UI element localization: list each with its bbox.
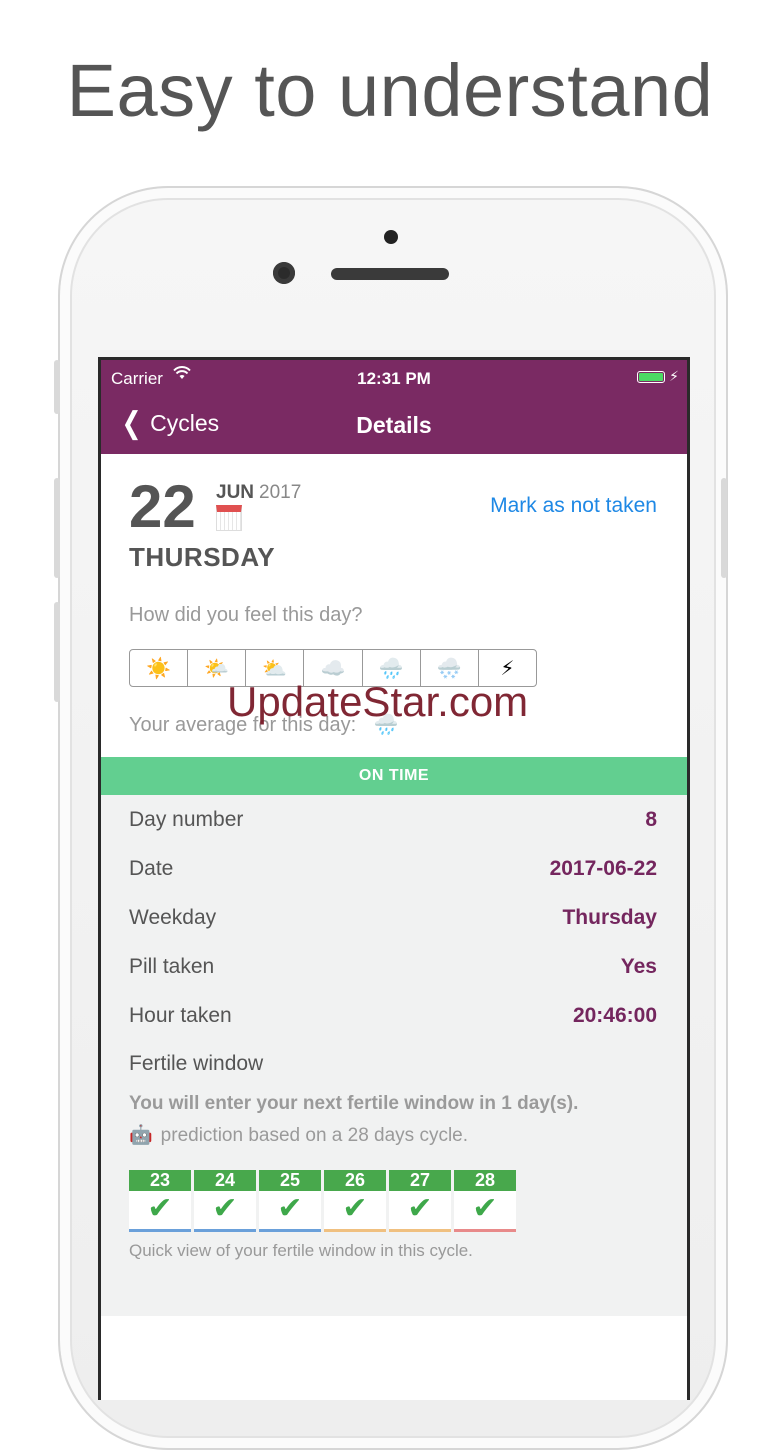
year-label: 2017 bbox=[259, 482, 302, 503]
mute-switch bbox=[54, 360, 60, 414]
chevron-left-icon: ❮ bbox=[121, 406, 142, 440]
check-icon: ✔ bbox=[472, 1192, 498, 1225]
detail-value: 2017-06-22 bbox=[549, 857, 657, 880]
prediction-text: prediction based on a 28 days cycle. bbox=[160, 1125, 469, 1146]
charging-icon: ⚡ bbox=[669, 368, 679, 384]
status-bar: Carrier 12:31 PM ⚡ bbox=[101, 360, 687, 396]
fertile-day: 26 ✔ bbox=[324, 1170, 386, 1232]
volume-down-button bbox=[54, 602, 60, 702]
fertile-day-number: 27 bbox=[389, 1170, 451, 1191]
fertile-day: 23 ✔ bbox=[129, 1170, 191, 1232]
weekday-heading: THURSDAY bbox=[129, 542, 276, 572]
fertile-day-number: 25 bbox=[259, 1170, 321, 1191]
check-icon: ✔ bbox=[212, 1192, 238, 1225]
status-badge: ON TIME bbox=[101, 757, 687, 795]
calendar-icon[interactable] bbox=[216, 505, 242, 531]
mark-not-taken-link[interactable]: Mark as not taken bbox=[490, 494, 657, 518]
fertile-day: 25 ✔ bbox=[259, 1170, 321, 1232]
check-icon: ✔ bbox=[342, 1192, 368, 1225]
detail-value: 8 bbox=[645, 808, 657, 831]
fertile-days-strip: 23 ✔ 24 ✔ 25 ✔ 26 ✔ 27 ✔ 28 ✔ bbox=[129, 1170, 516, 1232]
fertile-day: 28 ✔ bbox=[454, 1170, 516, 1232]
fertile-day-number: 23 bbox=[129, 1170, 191, 1191]
fertile-day-number: 24 bbox=[194, 1170, 256, 1191]
volume-up-button bbox=[54, 478, 60, 578]
status-time: 12:31 PM bbox=[357, 369, 431, 388]
fertile-quick-view-caption: Quick view of your fertile window in thi… bbox=[129, 1241, 473, 1260]
fertile-day: 24 ✔ bbox=[194, 1170, 256, 1232]
robot-icon: 🤖 bbox=[129, 1125, 153, 1146]
detail-row-hour-taken: Hour taken 20:46:00 bbox=[129, 1004, 657, 1034]
fertile-prediction: 🤖 prediction based on a 28 days cycle. bbox=[129, 1123, 468, 1147]
day-number-large: 22 bbox=[129, 473, 196, 540]
detail-value: 20:46:00 bbox=[572, 1004, 657, 1027]
battery-icon bbox=[637, 371, 665, 383]
fertile-day: 27 ✔ bbox=[389, 1170, 451, 1232]
details-panel: Day number 8 Date 2017-06-22 Weekday Thu… bbox=[101, 795, 687, 1316]
month-label: JUN bbox=[216, 482, 255, 503]
back-label: Cycles bbox=[150, 410, 220, 436]
mood-sun-icon[interactable]: ☀️ bbox=[130, 650, 189, 686]
detail-value: Thursday bbox=[562, 906, 657, 929]
watermark: UpdateStar.com bbox=[227, 678, 529, 725]
check-icon: ✔ bbox=[147, 1192, 173, 1225]
detail-row-date: Date 2017-06-22 bbox=[129, 857, 657, 887]
fertile-day-number: 28 bbox=[454, 1170, 516, 1191]
detail-row-day-number: Day number 8 bbox=[129, 808, 657, 838]
fertile-day-number: 26 bbox=[324, 1170, 386, 1191]
detail-label: Pill taken bbox=[129, 955, 215, 978]
fertile-next-message: You will enter your next fertile window … bbox=[129, 1093, 579, 1114]
back-button[interactable]: ❮ Cycles bbox=[119, 406, 220, 440]
check-icon: ✔ bbox=[277, 1192, 303, 1225]
detail-value: Yes bbox=[620, 955, 657, 978]
feel-question: How did you feel this day? bbox=[129, 604, 363, 626]
headline: Easy to understand bbox=[66, 49, 714, 132]
fertile-window-title: Fertile window bbox=[129, 1052, 264, 1075]
power-button bbox=[721, 478, 727, 578]
front-camera bbox=[273, 262, 295, 284]
proximity-sensor bbox=[384, 230, 398, 244]
detail-label: Hour taken bbox=[129, 1004, 232, 1027]
app-screen: Carrier 12:31 PM ⚡ ❮ Cycles Details 22 J… bbox=[98, 357, 690, 1400]
detail-label: Day number bbox=[129, 808, 244, 831]
detail-label: Date bbox=[129, 857, 174, 880]
detail-row-weekday: Weekday Thursday bbox=[129, 906, 657, 936]
nav-bar: ❮ Cycles Details bbox=[101, 396, 687, 454]
earpiece-speaker bbox=[331, 268, 449, 280]
detail-row-pill-taken: Pill taken Yes bbox=[129, 955, 657, 985]
check-icon: ✔ bbox=[407, 1192, 433, 1225]
detail-label: Weekday bbox=[129, 906, 217, 929]
